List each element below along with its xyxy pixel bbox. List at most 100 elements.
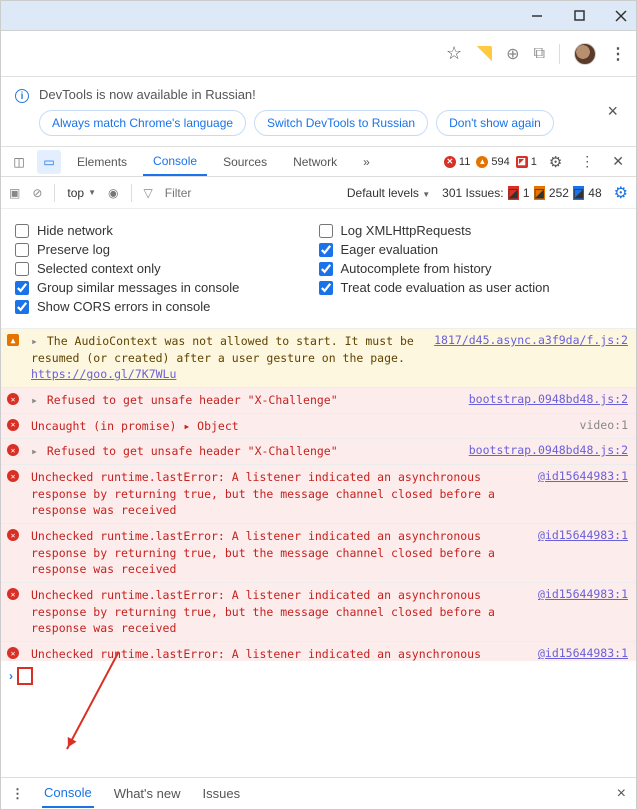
console-message[interactable]: ✕ ▸ Refused to get unsafe header "X-Chall… — [1, 439, 636, 465]
setting-label: Treat code evaluation as user action — [341, 280, 550, 295]
filter-input[interactable] — [165, 186, 255, 200]
setting-label: Selected context only — [37, 261, 161, 276]
setting-checkbox[interactable] — [15, 300, 29, 314]
error-icon: ✕ — [7, 647, 19, 659]
console-prompt[interactable]: › — [1, 661, 636, 691]
more-tabs-icon[interactable]: » — [353, 149, 380, 175]
sidebar-toggle-icon[interactable]: ▣ — [9, 186, 20, 200]
message-text: Unchecked runtime.lastError: A listener … — [25, 528, 526, 578]
setting-checkbox[interactable] — [15, 243, 29, 257]
console-message[interactable]: ✕Unchecked runtime.lastError: A listener… — [1, 583, 636, 642]
tab-sources[interactable]: Sources — [213, 149, 277, 175]
error-icon: ✕ — [7, 529, 19, 541]
window-titlebar — [1, 1, 636, 31]
message-text: ▸ The AudioContext was not allowed to st… — [25, 333, 422, 383]
live-expression-icon[interactable]: ◉ — [108, 186, 118, 200]
source-link[interactable]: @id15644983:1 — [538, 528, 628, 578]
setting-label: Show CORS errors in console — [37, 299, 210, 314]
source-link[interactable]: @id15644983:1 — [538, 646, 628, 661]
close-window-button[interactable] — [614, 9, 628, 23]
error-icon: ✕ — [7, 588, 19, 600]
source-link[interactable]: bootstrap.0948bd48.js:2 — [469, 443, 628, 460]
dont-show-button[interactable]: Don't show again — [436, 110, 554, 136]
profile-avatar[interactable] — [574, 43, 596, 65]
message-text: ▸ Refused to get unsafe header "X-Challe… — [25, 443, 457, 460]
console-message[interactable]: ✕▸ Refused to get unsafe header "X-Chall… — [1, 388, 636, 414]
console-message[interactable]: ▲ ▸ The AudioContext was not allowed to s… — [1, 329, 636, 388]
log-levels-dropdown[interactable]: Default levels ▼ — [347, 186, 430, 200]
drawer-menu-icon[interactable]: ⋮ — [11, 786, 24, 802]
drawer-tabbar: ⋮ Console What's new Issues × — [1, 777, 636, 809]
close-banner-icon[interactable]: × — [607, 101, 618, 122]
source-link[interactable]: video:1 — [580, 418, 628, 435]
setting-label: Preserve log — [37, 242, 110, 257]
tab-network[interactable]: Network — [283, 149, 347, 175]
tab-elements[interactable]: Elements — [67, 149, 137, 175]
error-icon: ✕ — [7, 419, 19, 431]
separator — [559, 44, 560, 64]
source-link[interactable]: @id15644983:1 — [538, 587, 628, 637]
match-language-button[interactable]: Always match Chrome's language — [39, 110, 246, 136]
console-output: ▲ ▸ The AudioContext was not allowed to s… — [1, 329, 636, 661]
expand-caret-icon[interactable]: ▸ — [31, 393, 38, 407]
browser-toolbar: ☆ ⊕ ⧉ ⋮ — [1, 31, 636, 77]
setting-label: Log XMLHttpRequests — [341, 223, 472, 238]
minimize-button[interactable] — [530, 9, 544, 23]
issues-summary[interactable]: 301 Issues: ◪1 ◪252 ◪48 — [442, 186, 601, 200]
setting-checkbox[interactable] — [319, 224, 333, 238]
setting-checkbox[interactable] — [15, 262, 29, 276]
bookmark-star-icon[interactable]: ☆ — [446, 43, 462, 64]
setting-label: Autocomplete from history — [341, 261, 492, 276]
setting-checkbox[interactable] — [319, 262, 333, 276]
warning-count[interactable]: ▲594 — [476, 156, 509, 168]
browser-menu-icon[interactable]: ⋮ — [610, 44, 626, 64]
error-icon: ✕ — [7, 470, 19, 482]
inspect-icon[interactable]: ◫ — [7, 150, 31, 174]
message-text: Uncaught (in promise) ▸ Object — [25, 418, 568, 435]
bookmark-flag-icon[interactable] — [476, 46, 492, 62]
drawer-tab-console[interactable]: Console — [42, 779, 94, 808]
info-count[interactable]: ◪1 — [516, 156, 537, 168]
message-text: Unchecked runtime.lastError: A listener … — [25, 469, 526, 519]
message-text: ▸ Refused to get unsafe header "X-Challe… — [25, 392, 457, 409]
close-devtools-icon[interactable]: ✕ — [606, 153, 630, 170]
expand-caret-icon[interactable]: ▸ — [31, 444, 38, 458]
tab-console[interactable]: Console — [143, 148, 207, 176]
setting-checkbox[interactable] — [15, 224, 29, 238]
error-icon: ✕ — [7, 444, 19, 456]
drawer-tab-whatsnew[interactable]: What's new — [112, 780, 183, 807]
expand-caret-icon[interactable]: ▸ — [31, 334, 38, 348]
setting-label: Hide network — [37, 223, 113, 238]
drawer-tab-issues[interactable]: Issues — [201, 780, 243, 807]
inline-link[interactable]: https://goo.gl/7K7WLu — [31, 367, 176, 381]
source-link[interactable]: 1817/d45.async.a3f9da/f.js:2 — [434, 333, 628, 383]
banner-message: DevTools is now available in Russian! — [39, 87, 554, 102]
setting-label: Group similar messages in console — [37, 280, 239, 295]
error-count[interactable]: ✕11 — [444, 156, 470, 168]
filter-icon: ▽ — [144, 186, 153, 200]
console-settings-icon[interactable]: ⚙ — [614, 183, 628, 203]
globe-icon[interactable]: ⊕ — [506, 44, 519, 64]
console-message[interactable]: ✕ Uncaught (in promise) ▸ Object video:1 — [1, 414, 636, 440]
source-link[interactable]: @id15644983:1 — [538, 469, 628, 519]
console-message[interactable]: ✕ Unchecked runtime.lastError: A listener… — [1, 524, 636, 583]
warn-icon: ▲ — [7, 334, 19, 346]
prompt-chevron-icon: › — [9, 669, 13, 683]
console-message[interactable]: ✕Unchecked runtime.lastError: A listener… — [1, 642, 636, 661]
setting-checkbox[interactable] — [15, 281, 29, 295]
settings-gear-icon[interactable]: ⚙ — [543, 153, 568, 171]
device-toggle-icon[interactable]: ▭ — [37, 150, 61, 174]
source-link[interactable]: bootstrap.0948bd48.js:2 — [469, 392, 628, 409]
console-filter-bar: ▣ ⊘ top▼ ◉ ▽ Default levels ▼ 301 Issues… — [1, 177, 636, 209]
context-selector[interactable]: top▼ — [67, 186, 96, 200]
cursor-highlight — [17, 667, 33, 685]
setting-checkbox[interactable] — [319, 243, 333, 257]
extensions-icon[interactable]: ⧉ — [534, 45, 545, 63]
switch-russian-button[interactable]: Switch DevTools to Russian — [254, 110, 428, 136]
devtools-menu-icon[interactable]: ⋮ — [574, 153, 600, 170]
console-message[interactable]: ✕ Unchecked runtime.lastError: A listener… — [1, 465, 636, 524]
close-drawer-icon[interactable]: × — [617, 785, 626, 803]
clear-console-icon[interactable]: ⊘ — [32, 186, 42, 200]
maximize-button[interactable] — [572, 9, 586, 23]
setting-checkbox[interactable] — [319, 281, 333, 295]
